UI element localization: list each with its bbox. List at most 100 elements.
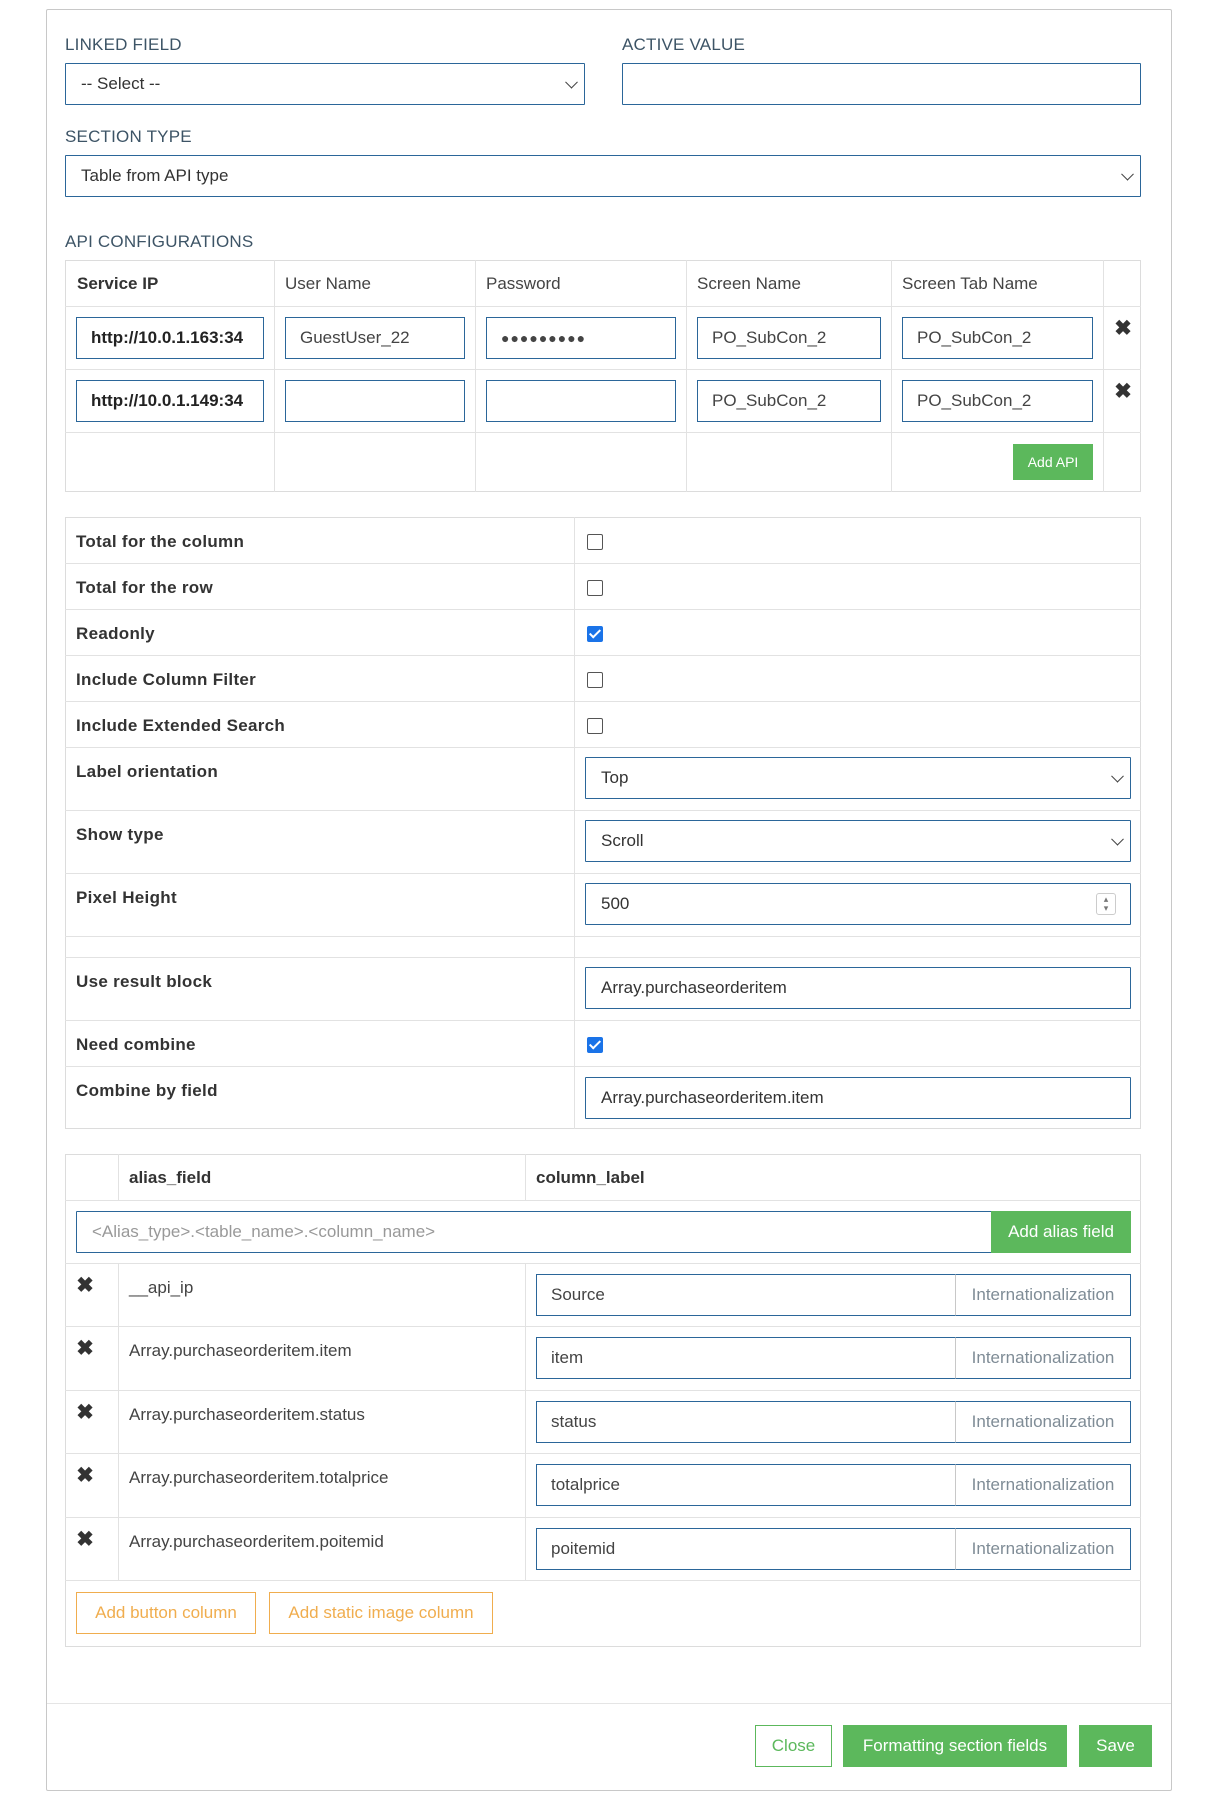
combine-by-field-input[interactable]: Array.purchaseorderitem.item bbox=[585, 1077, 1131, 1119]
col-divider bbox=[274, 260, 275, 492]
close-button[interactable]: Close bbox=[755, 1725, 832, 1767]
col-divider bbox=[118, 1263, 119, 1580]
row-divider bbox=[65, 306, 1141, 307]
row-divider bbox=[65, 1263, 1141, 1264]
linked-field-label: LINKED FIELD bbox=[65, 35, 182, 54]
times-icon[interactable]: ✖ bbox=[1113, 318, 1133, 339]
times-icon[interactable]: ✖ bbox=[75, 1402, 95, 1423]
show-type-label: Show type bbox=[76, 825, 164, 844]
screen-name-input[interactable]: PO_SubCon_2 bbox=[697, 380, 881, 422]
col-divider bbox=[525, 1263, 526, 1580]
pixel-height-value: 500 bbox=[601, 894, 630, 913]
column-filter-label: Include Column Filter bbox=[76, 670, 257, 689]
pixel-height-input[interactable]: 500 ▴ ▾ bbox=[585, 883, 1131, 925]
row-divider bbox=[65, 810, 1141, 811]
internationalization-button[interactable]: Internationalization bbox=[955, 1337, 1131, 1379]
section-type-selected-value: Table from API type bbox=[81, 166, 229, 185]
chevron-down-icon bbox=[1121, 167, 1134, 181]
alias-field-name: Array.purchaseorderitem.totalprice bbox=[129, 1468, 389, 1487]
alias-field-placeholder: <Alias_type>.<table_name>.<column_name> bbox=[92, 1222, 436, 1241]
label-orientation-select[interactable]: Top bbox=[585, 757, 1131, 799]
internationalization-button[interactable]: Internationalization bbox=[955, 1274, 1131, 1316]
total-row-checkbox[interactable] bbox=[587, 580, 603, 596]
col-header-password: Password bbox=[486, 274, 561, 293]
password-input[interactable]: ●●●●●●●●● bbox=[486, 317, 676, 359]
add-button-column-button[interactable]: Add button column bbox=[76, 1592, 256, 1634]
internationalization-button[interactable]: Internationalization bbox=[955, 1401, 1131, 1443]
col-header-screen-tab-name: Screen Tab Name bbox=[902, 274, 1038, 293]
label-orientation-label: Label orientation bbox=[76, 762, 219, 781]
alias-field-name: Array.purchaseorderitem.status bbox=[129, 1405, 365, 1424]
api-config-table bbox=[65, 260, 1141, 492]
times-icon[interactable]: ✖ bbox=[75, 1529, 95, 1550]
total-row-label: Total for the row bbox=[76, 578, 213, 597]
col-header-user-name: User Name bbox=[285, 274, 371, 293]
section-type-label: SECTION TYPE bbox=[65, 127, 192, 146]
row-divider bbox=[65, 1066, 1141, 1067]
add-alias-field-button[interactable]: Add alias field bbox=[991, 1211, 1131, 1253]
need-combine-label: Need combine bbox=[76, 1035, 196, 1054]
label-orientation-selected-value: Top bbox=[601, 768, 629, 787]
total-column-checkbox[interactable] bbox=[587, 534, 603, 550]
row-divider bbox=[65, 1020, 1141, 1021]
column-label-input[interactable]: Source bbox=[536, 1274, 956, 1316]
service-ip-input[interactable]: http://10.0.1.149:34 bbox=[76, 380, 264, 422]
column-filter-checkbox[interactable] bbox=[587, 672, 603, 688]
row-divider bbox=[65, 1200, 1141, 1201]
col-header-column-label: column_label bbox=[536, 1168, 645, 1187]
screen-name-input[interactable]: PO_SubCon_2 bbox=[697, 317, 881, 359]
user-name-input[interactable] bbox=[285, 380, 465, 422]
add-static-image-column-button[interactable]: Add static image column bbox=[269, 1592, 493, 1634]
use-result-block-input[interactable]: Array.purchaseorderitem bbox=[585, 967, 1131, 1009]
readonly-checkbox[interactable] bbox=[587, 626, 603, 642]
service-ip-input[interactable]: http://10.0.1.163:34 bbox=[76, 317, 264, 359]
screen-tab-name-input[interactable]: PO_SubCon_2 bbox=[902, 317, 1093, 359]
col-divider bbox=[891, 260, 892, 492]
alias-field-name: __api_ip bbox=[129, 1278, 194, 1297]
row-divider bbox=[65, 563, 1141, 564]
row-divider bbox=[65, 1390, 1141, 1391]
show-type-selected-value: Scroll bbox=[601, 831, 644, 850]
alias-field-name: Array.purchaseorderitem.poitemid bbox=[129, 1532, 384, 1551]
column-label-input[interactable]: item bbox=[536, 1337, 956, 1379]
col-header-screen-name: Screen Name bbox=[697, 274, 801, 293]
user-name-input[interactable]: GuestUser_22 bbox=[285, 317, 465, 359]
times-icon[interactable]: ✖ bbox=[75, 1465, 95, 1486]
need-combine-checkbox[interactable] bbox=[587, 1037, 603, 1053]
col-divider bbox=[525, 1154, 526, 1200]
chevron-down-icon bbox=[1111, 832, 1124, 846]
internationalization-button[interactable]: Internationalization bbox=[955, 1464, 1131, 1506]
number-spinner-icon[interactable]: ▴ ▾ bbox=[1096, 893, 1116, 915]
row-divider bbox=[65, 369, 1141, 370]
row-divider bbox=[65, 609, 1141, 610]
times-icon[interactable]: ✖ bbox=[1113, 381, 1133, 402]
row-divider bbox=[65, 655, 1141, 656]
active-value-input[interactable] bbox=[622, 63, 1141, 105]
show-type-select[interactable]: Scroll bbox=[585, 820, 1131, 862]
row-divider bbox=[65, 1517, 1141, 1518]
internationalization-button[interactable]: Internationalization bbox=[955, 1528, 1131, 1570]
times-icon[interactable]: ✖ bbox=[75, 1338, 95, 1359]
chevron-down-icon bbox=[565, 75, 578, 89]
col-divider bbox=[1103, 260, 1104, 492]
row-divider bbox=[65, 747, 1141, 748]
combine-by-field-value: Array.purchaseorderitem.item bbox=[601, 1088, 824, 1107]
add-api-button[interactable]: Add API bbox=[1013, 444, 1093, 480]
password-input[interactable] bbox=[486, 380, 676, 422]
save-button[interactable]: Save bbox=[1079, 1725, 1152, 1767]
column-label-input[interactable]: status bbox=[536, 1401, 956, 1443]
row-divider bbox=[65, 936, 1141, 937]
api-configurations-title: API CONFIGURATIONS bbox=[65, 232, 254, 251]
column-label-input[interactable]: poitemid bbox=[536, 1528, 956, 1570]
formatting-section-fields-button[interactable]: Formatting section fields bbox=[843, 1725, 1067, 1767]
alias-field-input[interactable]: <Alias_type>.<table_name>.<column_name> bbox=[76, 1211, 992, 1253]
screen-tab-name-input[interactable]: PO_SubCon_2 bbox=[902, 380, 1093, 422]
section-type-select[interactable]: Table from API type bbox=[65, 155, 1141, 197]
linked-field-selected-value: -- Select -- bbox=[81, 74, 161, 93]
total-column-label: Total for the column bbox=[76, 532, 245, 551]
column-label-input[interactable]: totalprice bbox=[536, 1464, 956, 1506]
linked-field-select[interactable]: -- Select -- bbox=[65, 63, 585, 105]
extended-search-checkbox[interactable] bbox=[587, 718, 603, 734]
times-icon[interactable]: ✖ bbox=[75, 1275, 95, 1296]
col-divider bbox=[118, 1154, 119, 1200]
